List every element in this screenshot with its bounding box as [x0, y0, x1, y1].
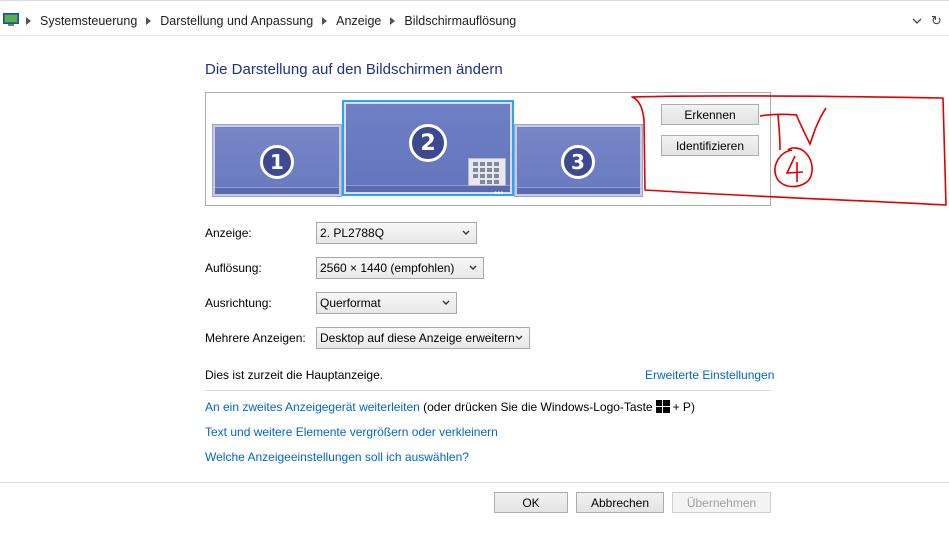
- main-display-status: Dies ist zurzeit die Hauptanzeige.: [205, 368, 384, 382]
- resolution-select-value: 2560 × 1440 (empfohlen): [320, 261, 455, 275]
- project-link[interactable]: An ein zweites Anzeigegerät weiterleiten: [205, 400, 420, 414]
- start-screen-icon: [468, 158, 506, 186]
- multiple-displays-select[interactable]: Desktop auf diese Anzeige erweitern: [316, 327, 530, 349]
- breadcrumb-darstellung[interactable]: Darstellung und Anpassung: [160, 14, 313, 28]
- resolution-label: Auflösung:: [205, 261, 262, 275]
- project-hint-before: (oder drücken Sie die Windows-Logo-Taste: [423, 400, 653, 414]
- monitor-number: 2: [409, 124, 447, 162]
- windows-logo-icon: [655, 400, 670, 413]
- control-panel-icon: [3, 13, 19, 26]
- apply-button[interactable]: Übernehmen: [672, 492, 771, 513]
- footer-divider: [0, 482, 949, 483]
- monitor-1[interactable]: 1: [212, 124, 342, 197]
- display-select[interactable]: 2. PL2788Q: [316, 222, 477, 244]
- breadcrumb: Systemsteuerung Darstellung und Anpassun…: [24, 6, 516, 36]
- chevron-right-icon[interactable]: [322, 17, 328, 25]
- breadcrumb-anzeige[interactable]: Anzeige: [336, 14, 381, 28]
- project-hint-after: + P): [672, 400, 695, 414]
- chevron-right-icon[interactable]: [146, 17, 152, 25]
- monitor-number: 3: [561, 145, 595, 179]
- identify-button[interactable]: Identifizieren: [661, 135, 759, 156]
- refresh-icon[interactable]: ↻: [931, 13, 947, 29]
- cancel-button[interactable]: Abbrechen: [576, 492, 664, 513]
- chevron-down-icon: [912, 18, 922, 24]
- advanced-settings-link[interactable]: Erweiterte Einstellungen: [645, 368, 774, 382]
- monitor-number: 1: [260, 145, 294, 179]
- orientation-select-value: Querformat: [320, 296, 381, 310]
- monitor-taskbar: [215, 187, 339, 194]
- chevron-down-icon: [462, 230, 470, 235]
- more-dots-icon: •••: [494, 188, 504, 198]
- orientation-label: Ausrichtung:: [205, 296, 272, 310]
- monitor-taskbar: [346, 185, 510, 192]
- breadcrumb-systemsteuerung[interactable]: Systemsteuerung: [40, 14, 137, 28]
- detect-button[interactable]: Erkennen: [661, 104, 759, 125]
- resolution-select[interactable]: 2560 × 1440 (empfohlen): [316, 257, 484, 279]
- which-settings-link[interactable]: Welche Anzeigeeinstellungen soll ich aus…: [205, 450, 469, 464]
- chevron-down-icon: [469, 265, 477, 270]
- monitor-2-selected[interactable]: 2 •••: [342, 100, 514, 198]
- chevron-down-icon: [442, 300, 450, 305]
- page-title: Die Darstellung auf den Bildschirmen änd…: [205, 61, 503, 78]
- display-label: Anzeige:: [205, 226, 252, 240]
- monitor-taskbar: [517, 187, 640, 194]
- breadcrumb-bildschirmaufloesung[interactable]: Bildschirmauflösung: [404, 14, 516, 28]
- address-history-button[interactable]: [909, 13, 925, 29]
- divider: [205, 390, 771, 391]
- chevron-down-icon: [515, 335, 523, 340]
- multiple-displays-label: Mehrere Anzeigen:: [205, 331, 306, 345]
- monitor-3[interactable]: 3: [514, 124, 643, 197]
- orientation-select[interactable]: Querformat: [316, 292, 457, 314]
- monitor-arrangement[interactable]: 1 2 ••• 3 Erkennen Identifizieren: [205, 92, 771, 206]
- ok-button[interactable]: OK: [494, 492, 568, 513]
- address-bar[interactable]: Systemsteuerung Darstellung und Anpassun…: [0, 6, 949, 36]
- text-size-link[interactable]: Text und weitere Elemente vergrößern ode…: [205, 425, 498, 439]
- multiple-displays-select-value: Desktop auf diese Anzeige erweitern: [320, 331, 515, 345]
- display-select-value: 2. PL2788Q: [320, 226, 385, 240]
- chevron-right-icon[interactable]: [26, 17, 31, 25]
- project-row: An ein zweites Anzeigegerät weiterleiten…: [205, 400, 695, 414]
- chevron-right-icon[interactable]: [390, 17, 396, 25]
